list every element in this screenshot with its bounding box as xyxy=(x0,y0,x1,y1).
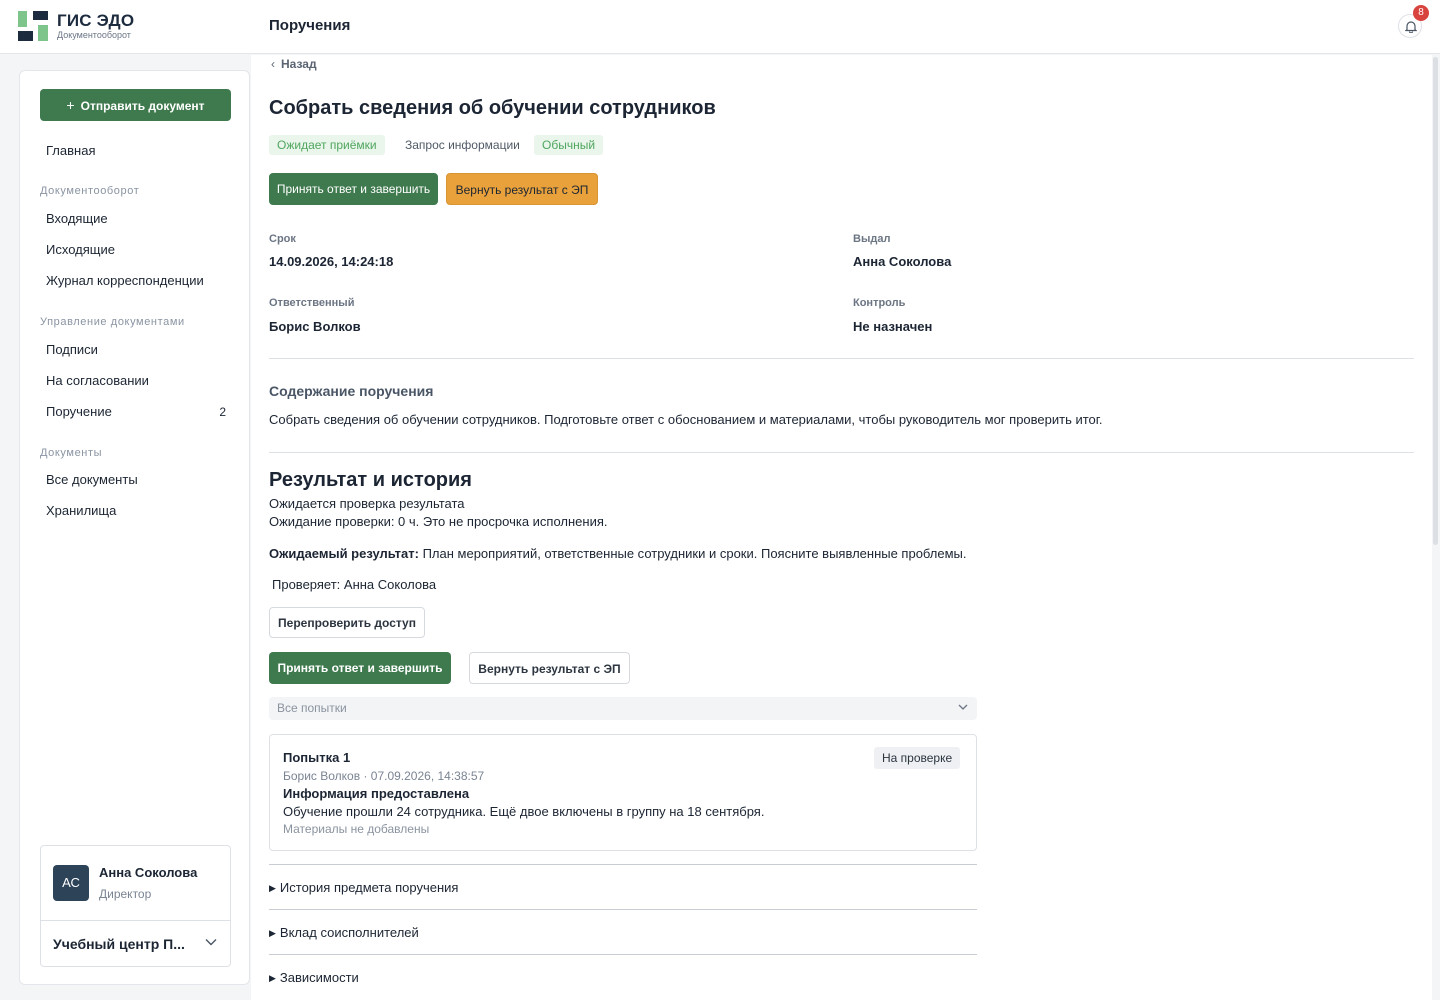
divider xyxy=(269,909,977,910)
return-result-button-2[interactable]: Вернуть результат с ЭП xyxy=(469,652,630,684)
divider xyxy=(269,954,977,955)
priority-badge: Обычный xyxy=(534,135,604,155)
sidebar-item-journal[interactable]: Журнал корреспонденции xyxy=(46,271,226,291)
issuer-value: Анна Соколова xyxy=(853,254,952,269)
notifications-badge: 8 xyxy=(1413,5,1429,21)
avatar: АС xyxy=(53,865,89,901)
brand[interactable]: ГИС ЭДО Документооборот xyxy=(57,12,134,41)
caret-right-icon: ▶ xyxy=(269,973,276,983)
user-card: АС Анна Соколова Директор Учебный центр … xyxy=(40,845,231,967)
sidebar-item-assignment[interactable]: Поручение 2 xyxy=(46,402,226,422)
page-title: Поручения xyxy=(269,17,351,34)
sidebar: + Отправить документ Главная Документообо… xyxy=(19,70,250,985)
content-title: Содержание поручения xyxy=(269,383,434,399)
top-bar: ГИС ЭДО Документооборот Поручения 8 xyxy=(0,0,1440,54)
user-name: Анна Соколова xyxy=(99,865,198,880)
status-badge: Ожидает приёмки xyxy=(269,135,385,155)
caret-right-icon: ▶ xyxy=(269,928,276,938)
send-document-button[interactable]: + Отправить документ xyxy=(40,89,231,121)
sidebar-item-home[interactable]: Главная xyxy=(46,141,226,161)
attempt-heading: Информация предоставлена xyxy=(283,786,470,801)
chevron-down-icon[interactable] xyxy=(205,938,217,946)
content-text: Собрать сведения об обучении сотрудников… xyxy=(269,412,1103,427)
attempt-card: Попытка 1 На проверке Борис Волков · 07.… xyxy=(269,734,977,851)
accordion-dependencies[interactable]: ▶ Зависимости xyxy=(269,970,359,985)
accordion-label: История предмета поручения xyxy=(279,880,459,895)
bell-icon xyxy=(1405,21,1417,33)
accept-and-finish-button-2[interactable]: Принять ответ и завершить xyxy=(269,652,451,684)
sidebar-item-label: Поручение xyxy=(46,404,112,419)
type-badge: Запрос информации xyxy=(405,138,520,152)
accept-and-finish-button[interactable]: Принять ответ и завершить xyxy=(269,173,438,205)
accordion-label: Зависимости xyxy=(279,970,359,985)
expected-result-text: План мероприятий, ответственные сотрудни… xyxy=(422,546,967,561)
control-label: Контроль xyxy=(853,297,906,309)
return-result-button[interactable]: Вернуть результат с ЭП xyxy=(446,173,598,205)
caret-right-icon: ▶ xyxy=(269,883,276,893)
divider xyxy=(269,864,977,865)
organization-selector[interactable]: Учебный центр П... xyxy=(53,936,193,952)
status-badge: На проверке xyxy=(874,747,961,769)
app-subtitle: Документооборот xyxy=(57,30,131,40)
attempt-text: Обучение прошли 24 сотрудника. Ещё двое … xyxy=(283,804,765,819)
control-value: Не назначен xyxy=(853,319,933,334)
deadline-label: Срок xyxy=(269,233,296,245)
chevron-left-icon: ‹ xyxy=(271,57,275,71)
sidebar-item-all-documents[interactable]: Все документы xyxy=(46,470,226,490)
result-title: Результат и история xyxy=(269,469,472,491)
logo-icon xyxy=(18,11,49,42)
expected-result-label: Ожидаемый результат: xyxy=(269,546,419,561)
sidebar-item-storage[interactable]: Хранилища xyxy=(46,501,226,521)
attempt-materials: Материалы не добавлены xyxy=(283,822,430,836)
accordion-subject-history[interactable]: ▶ История предмета поручения xyxy=(269,880,458,895)
result-status: Ожидается проверка результата xyxy=(269,496,465,511)
send-document-label: Отправить документ xyxy=(80,99,205,113)
count-badge: 2 xyxy=(219,405,226,419)
sidebar-item-approval[interactable]: На согласовании xyxy=(46,371,226,391)
scrollbar[interactable] xyxy=(1433,57,1438,545)
divider xyxy=(269,452,1414,453)
expected-result: Ожидаемый результат: План мероприятий, о… xyxy=(269,546,967,561)
sidebar-item-signatures[interactable]: Подписи xyxy=(46,340,226,360)
sidebar-section-documents: Документы xyxy=(40,447,103,459)
responsible-label: Ответственный xyxy=(269,297,355,309)
sidebar-item-incoming[interactable]: Входящие xyxy=(46,209,226,229)
accordion-coexecutors[interactable]: ▶ Вклад соисполнителей xyxy=(269,925,419,940)
accordion-label: Вклад соисполнителей xyxy=(279,925,419,940)
sidebar-section-management: Управление документами xyxy=(40,316,185,328)
divider xyxy=(269,358,1414,359)
sidebar-section-docflow: Документооборот xyxy=(40,185,140,197)
attempt-title: Попытка 1 xyxy=(283,750,351,765)
divider xyxy=(41,920,230,921)
attempts-filter-value: Все попытки xyxy=(277,701,347,715)
back-label: Назад xyxy=(281,57,317,71)
task-title: Собрать сведения об обучении сотрудников xyxy=(269,97,716,119)
reviewer: Проверяет: Анна Соколова xyxy=(272,577,437,592)
issuer-label: Выдал xyxy=(853,233,891,245)
sidebar-item-outgoing[interactable]: Исходящие xyxy=(46,240,226,260)
plus-icon: + xyxy=(66,97,75,113)
attempt-meta: Борис Волков · 07.09.2026, 14:38:57 xyxy=(283,769,485,783)
chevron-down-icon xyxy=(958,704,968,710)
app-title: ГИС ЭДО xyxy=(57,11,135,30)
user-role: Директор xyxy=(99,887,152,901)
attempts-filter-select[interactable]: Все попытки xyxy=(269,697,977,720)
waiting-text: Ожидание проверки: 0 ч. Это не просрочка… xyxy=(269,514,608,529)
responsible-value: Борис Волков xyxy=(269,319,361,334)
deadline-value: 14.09.2026, 14:24:18 xyxy=(269,254,394,269)
back-link[interactable]: ‹ Назад xyxy=(271,57,317,71)
recheck-access-button[interactable]: Перепроверить доступ xyxy=(269,607,425,638)
